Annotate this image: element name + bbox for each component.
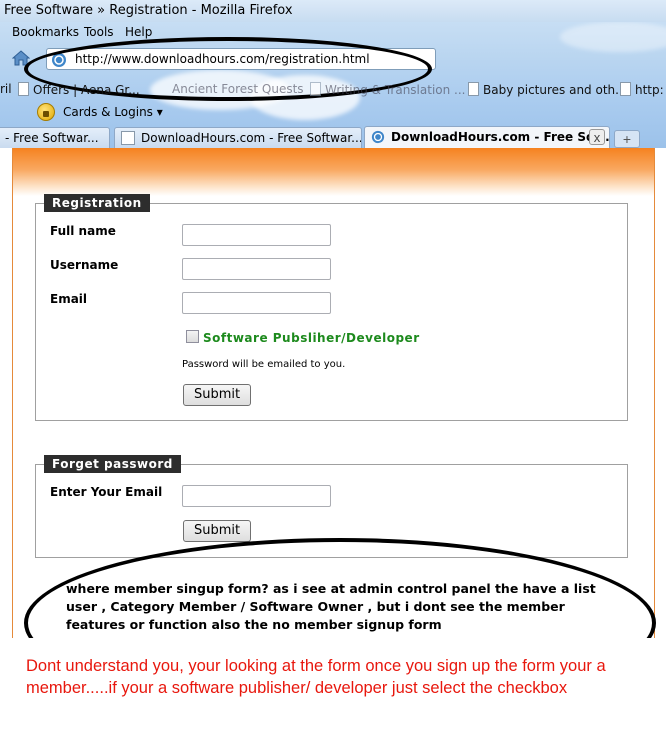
tab-free-software[interactable]: - Free Softwar...	[0, 127, 110, 148]
annotation-question: where member singup form? as i see at ad…	[66, 581, 596, 632]
menu-tools[interactable]: Tools	[84, 25, 114, 39]
menu-bookmarks[interactable]: Bookmarks	[12, 25, 79, 39]
menu-bar: Bookmarks Tools Help	[0, 22, 666, 42]
bookmark-http[interactable]: http:	[620, 82, 664, 97]
document-icon	[468, 82, 479, 96]
registration-legend: Registration	[44, 194, 150, 212]
tab-label: - Free Softwar...	[5, 131, 99, 145]
annotation-answer: Dont understand you, your looking at the…	[26, 657, 606, 697]
tab-strip: - Free Softwar... DownloadHours.com - Fr…	[0, 126, 666, 148]
new-tab-button[interactable]: +	[614, 130, 640, 148]
registration-fieldset: Registration Full name Username Email So…	[35, 194, 628, 421]
username-input[interactable]	[182, 258, 331, 280]
bookmark-label: Offers | Aena Gr...	[33, 83, 140, 97]
register-submit-button[interactable]: Submit	[183, 384, 252, 406]
full-name-input[interactable]	[182, 224, 331, 246]
cards-logins-menu[interactable]: Cards & Logins ▾	[63, 105, 163, 119]
tab-downloadhours-1[interactable]: DownloadHours.com - Free Softwar...	[114, 127, 362, 148]
bookmarks-toolbar: ril Offers | Aena Gr... Ancient Forest Q…	[0, 78, 666, 100]
url-text: http://www.downloadhours.com/registratio…	[75, 52, 370, 66]
bookmark-label: Writing & Translation ...	[325, 83, 466, 97]
email-input[interactable]	[182, 292, 331, 314]
enter-email-label: Enter Your Email	[50, 485, 163, 499]
forget-password-legend: Forget password	[44, 455, 181, 473]
bookmark-baby-pictures[interactable]: Baby pictures and oth...	[468, 82, 627, 97]
site-favicon-icon	[371, 130, 385, 144]
menu-help[interactable]: Help	[125, 25, 152, 39]
publisher-checkbox[interactable]	[186, 330, 199, 343]
browser-chrome: Free Software » Registration - Mozilla F…	[0, 0, 666, 148]
tab-label: DownloadHours.com - Free Soft...	[391, 130, 610, 144]
bookmark-label: http:	[635, 83, 664, 97]
page-header-banner	[13, 148, 654, 196]
password-note: Password will be emailed to you.	[182, 359, 346, 370]
document-icon	[620, 82, 631, 96]
page-content: Registration Full name Username Email So…	[0, 148, 666, 741]
tab-label: DownloadHours.com - Free Softwar...	[141, 131, 362, 145]
site-favicon-icon	[52, 53, 66, 67]
bookmark-writing[interactable]: Writing & Translation ...	[310, 82, 465, 97]
bookmark-ancient-forest[interactable]: Ancient Forest Quests	[172, 82, 304, 96]
address-bar[interactable]: http://www.downloadhours.com/registratio…	[46, 48, 436, 70]
bookmark-offers[interactable]: Offers | Aena Gr...	[18, 82, 140, 97]
bookmark-item[interactable]: ril	[0, 82, 12, 96]
document-icon	[121, 131, 135, 145]
publisher-checkbox-label: Software Pubsliher/Developer	[203, 331, 420, 345]
full-name-label: Full name	[50, 224, 116, 238]
cards-toolbar: Cards & Logins ▾	[0, 100, 666, 124]
content-panel: Registration Full name Username Email So…	[12, 148, 655, 648]
bookmark-label: Baby pictures and oth...	[483, 83, 627, 97]
tab-downloadhours-active[interactable]: DownloadHours.com - Free Soft... x	[364, 126, 610, 148]
lock-icon	[37, 103, 55, 121]
email-label: Email	[50, 292, 88, 306]
forget-password-fieldset: Forget password Enter Your Email Submit	[35, 455, 628, 558]
document-icon	[18, 82, 29, 96]
cards-logins-label: Cards & Logins	[63, 105, 153, 119]
window-title: Free Software » Registration - Mozilla F…	[4, 3, 293, 18]
username-label: Username	[50, 258, 119, 272]
forgot-email-input[interactable]	[182, 485, 331, 507]
home-icon[interactable]	[12, 50, 30, 66]
document-icon	[310, 82, 321, 96]
forgot-submit-button[interactable]: Submit	[183, 520, 252, 542]
close-tab-icon[interactable]: x	[589, 129, 605, 145]
window-titlebar: Free Software » Registration - Mozilla F…	[0, 0, 666, 22]
